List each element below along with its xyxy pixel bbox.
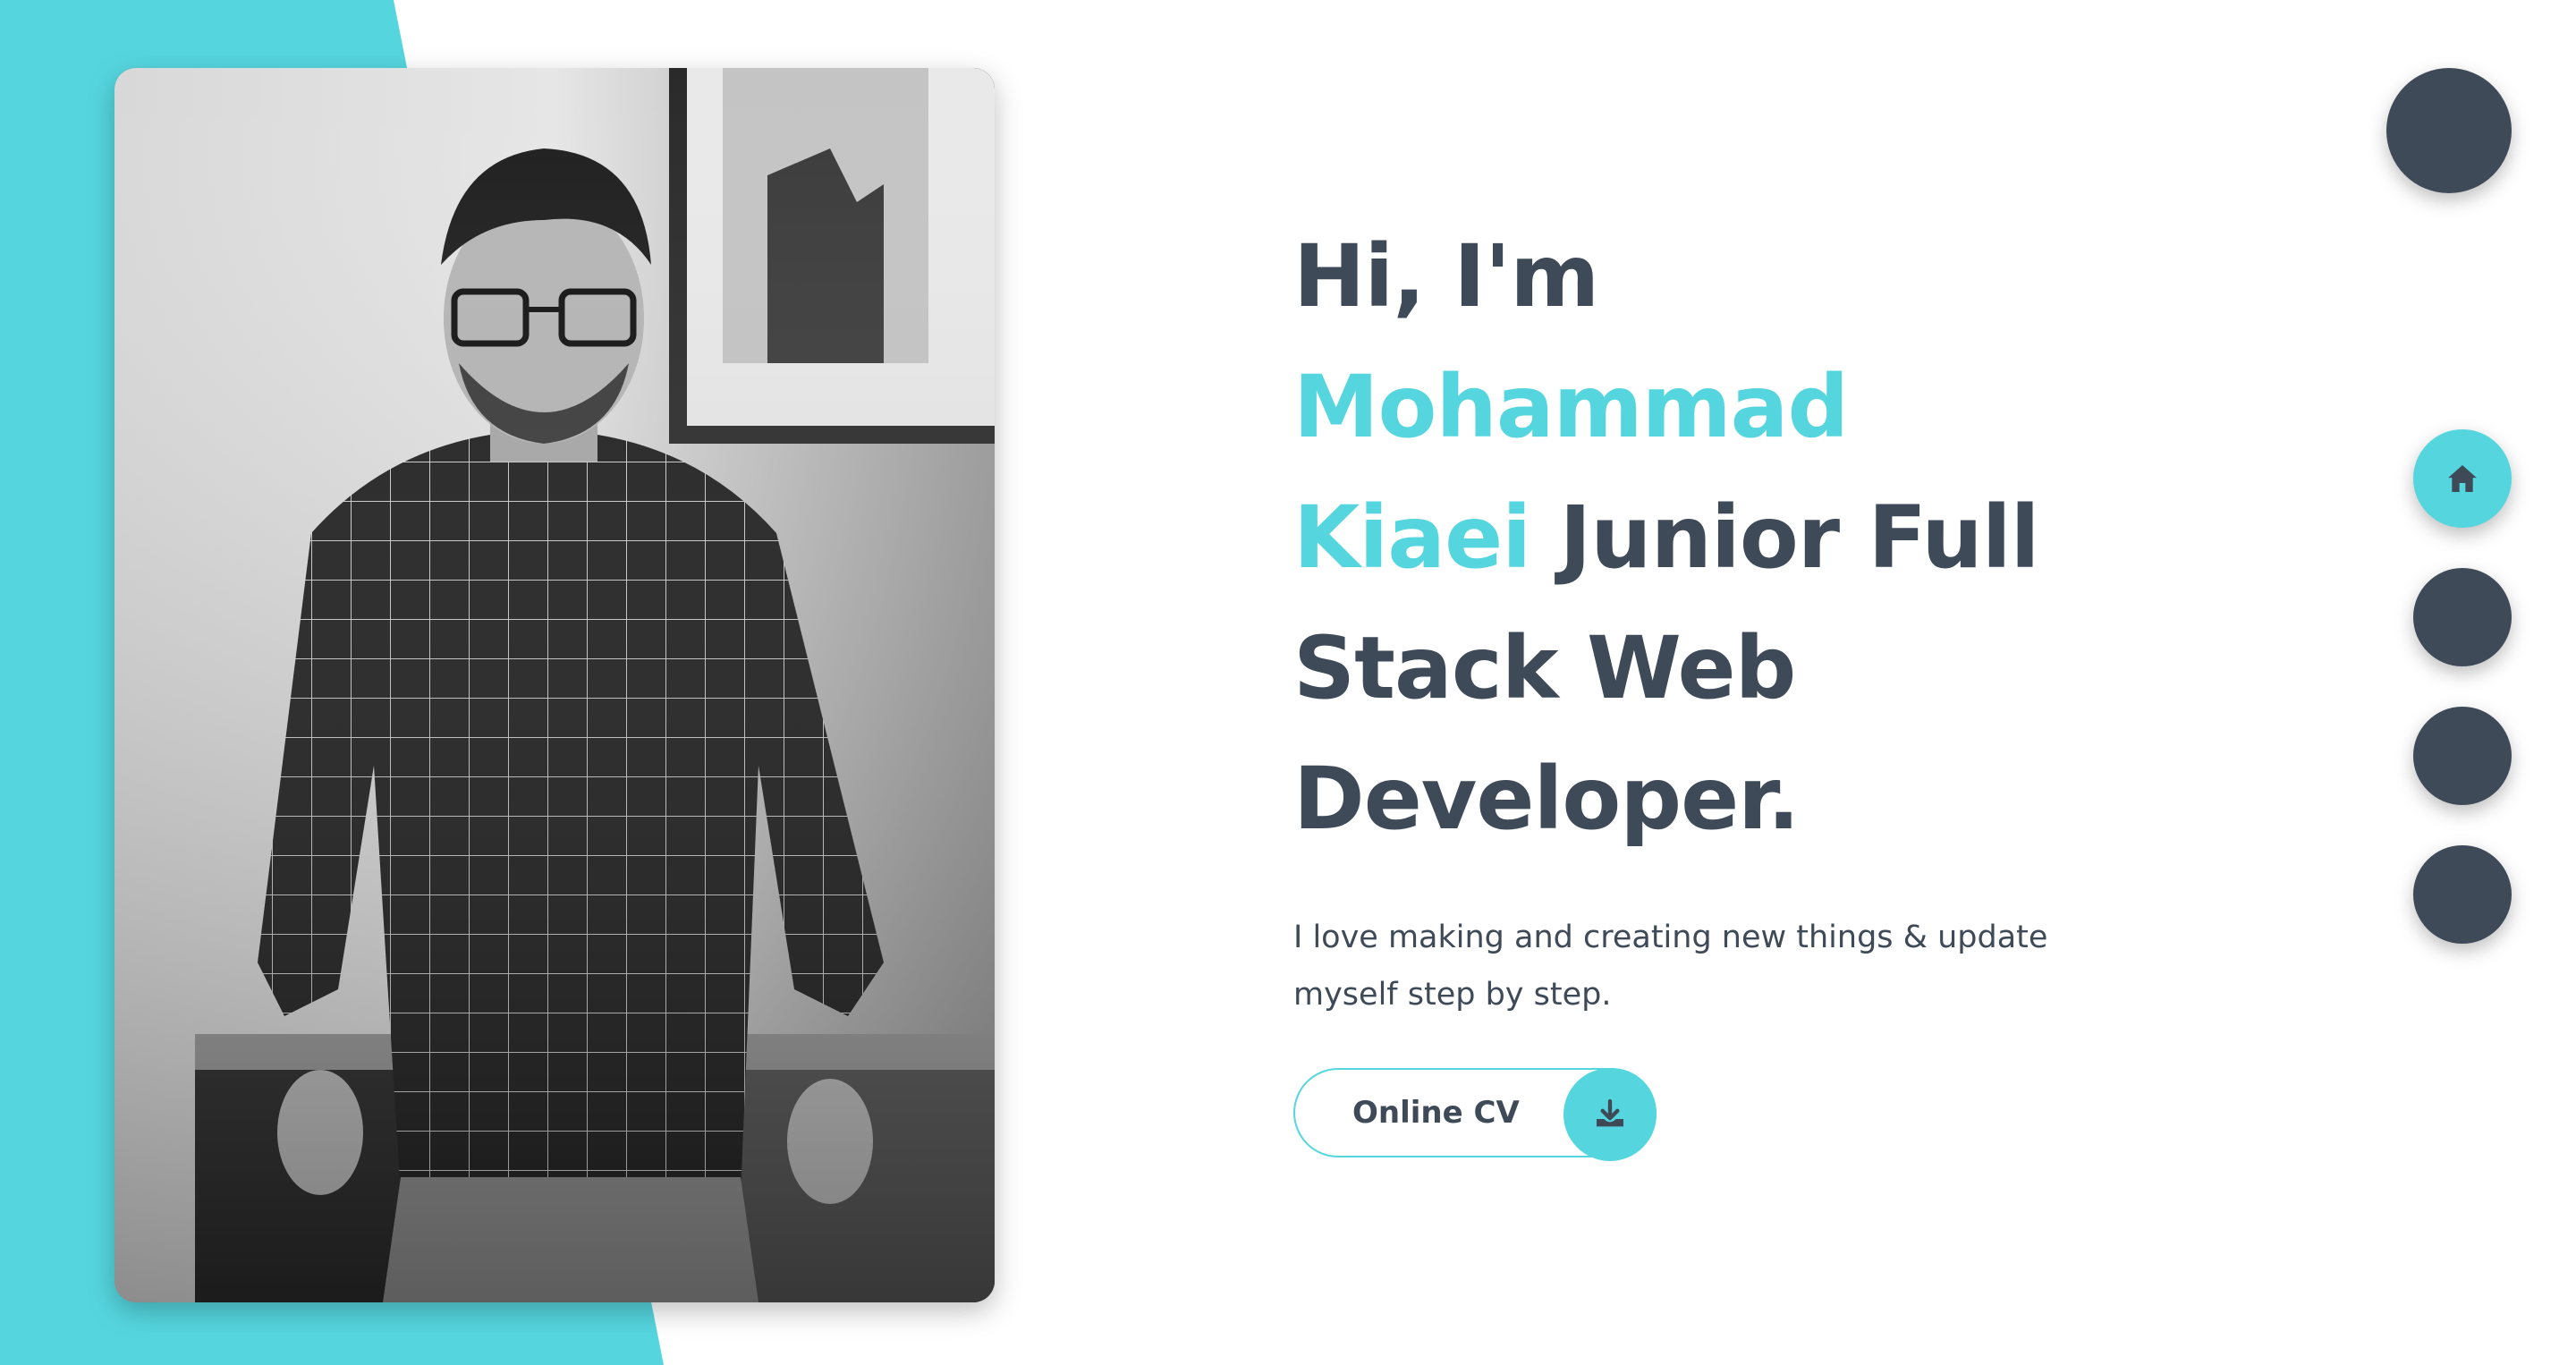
nav-item-4-button[interactable] <box>2413 845 2512 944</box>
nav-item-3-button[interactable] <box>2413 707 2512 805</box>
download-icon <box>1563 1068 1657 1161</box>
theme-toggle-button[interactable] <box>2386 68 2512 193</box>
online-cv-label: Online CV <box>1352 1095 1520 1131</box>
nav-item-2-button[interactable] <box>2413 568 2512 666</box>
online-cv-button[interactable]: Online CV <box>1293 1068 1657 1161</box>
home-icon <box>2448 465 2477 492</box>
greeting: Hi, I'm <box>1293 226 1599 326</box>
profile-photo <box>114 68 995 1302</box>
side-nav <box>2413 429 2512 984</box>
tagline: I love making and creating new things & … <box>1293 920 2048 1013</box>
headline: Hi, I'm Mohammad Kiaei Junior Full Stack… <box>1293 211 2098 864</box>
nav-home-button[interactable] <box>2413 429 2512 528</box>
page: Hi, I'm Mohammad Kiaei Junior Full Stack… <box>0 0 2576 1365</box>
intro-section: Hi, I'm Mohammad Kiaei Junior Full Stack… <box>1293 211 2098 1161</box>
